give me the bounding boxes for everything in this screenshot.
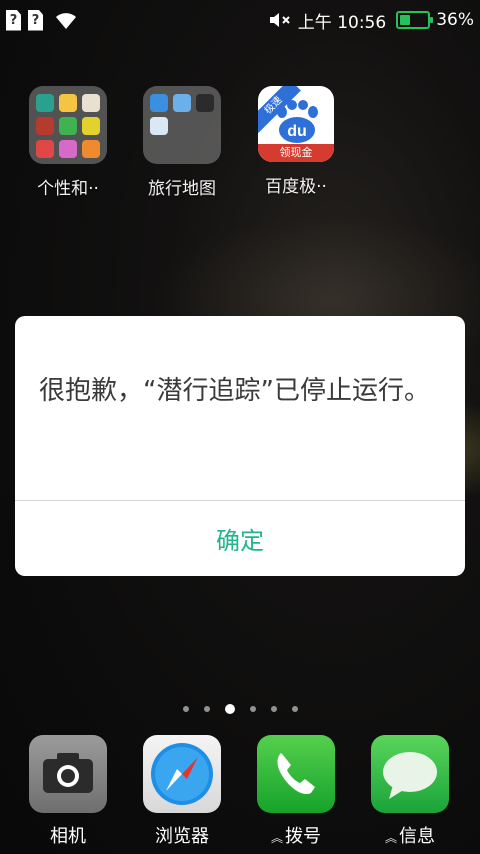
ok-button[interactable]: 确定 [15,501,465,576]
sim-unknown-icon: ? [6,9,21,31]
baidu-strip: 领现金 [258,144,334,162]
page-dot[interactable] [203,706,210,712]
page-dot[interactable] [249,706,256,712]
status-bar: ? ? 上午 10:56 36% [0,0,480,40]
page-dot[interactable] [182,706,189,712]
folder-icon [143,86,221,164]
page-dot[interactable] [224,704,235,714]
app-label: 百度极·· [265,177,327,197]
dock-app-dialer[interactable]: ︽ 拨号 [246,735,346,848]
status-time: 上午 10:56 [297,12,387,33]
page-indicator [0,704,480,714]
dock-app-camera[interactable]: 相机 [18,735,118,848]
page-dot[interactable] [270,706,277,712]
phone-icon [257,735,335,813]
battery-icon [396,11,434,29]
battery-percent: 36% [436,10,474,30]
app-baidu-lite[interactable]: du 极速 领现金 百度极·· [246,86,346,197]
app-label: 个性和·· [37,179,99,199]
sim-unknown-icon: ? [28,9,43,31]
svg-text:du: du [287,123,307,140]
folder-travel-maps[interactable]: 旅行地图 [132,86,232,199]
app-stopped-dialog: 很抱歉，“潜行追踪”已停止运行。 确定 [15,316,465,576]
page-dot[interactable] [291,706,298,712]
wifi-icon [56,13,76,29]
app-label: 相机 [50,826,86,847]
app-label: 浏览器 [155,826,209,847]
folder-icon [29,86,107,164]
compass-icon [143,735,221,813]
baidu-icon: du 极速 领现金 [258,86,334,162]
message-bubble-icon [371,735,449,813]
dock-app-browser[interactable]: 浏览器 [132,735,232,848]
app-label: 旅行地图 [148,179,216,199]
dock-app-messages[interactable]: ︽ 信息 [360,735,460,848]
app-label: ︽ 拨号 [270,826,321,847]
dialog-message: 很抱歉，“潜行追踪”已停止运行。 [39,376,430,406]
camera-icon [29,735,107,813]
folder-personalization[interactable]: 个性和·· [18,86,118,199]
mute-icon [269,13,290,27]
app-label: ︽ 信息 [384,826,435,847]
